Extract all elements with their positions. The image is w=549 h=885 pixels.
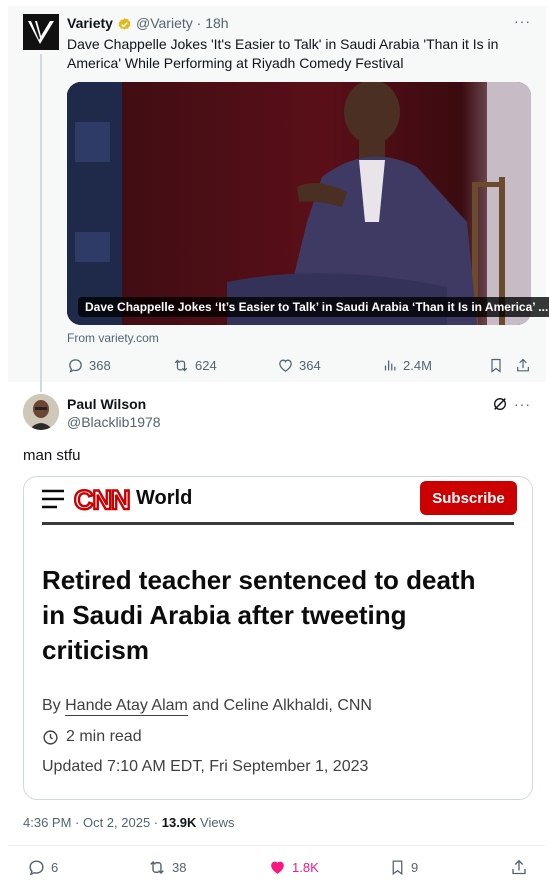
analytics-icon	[384, 360, 396, 371]
like-action[interactable]: 364	[277, 357, 321, 374]
reply-icon	[29, 860, 44, 876]
attached-image[interactable]: CNN World Subscribe Retired teacher sent…	[23, 476, 533, 800]
subscribe-button: Subscribe	[420, 481, 517, 515]
cnn-logo-icon: CNN	[74, 484, 132, 514]
views-count: 13.9K	[161, 815, 197, 830]
cnn-section-label: World	[136, 487, 193, 509]
tweet-timestamp[interactable]: 4:36 PM · Oct 2, 2025 ·	[23, 815, 162, 830]
reply-count: 368	[89, 358, 111, 373]
bookmark-count: 9	[411, 860, 419, 875]
reply-tweet-text: man stfu	[23, 447, 81, 464]
quoted-handle-time[interactable]: @Variety · 18h	[136, 15, 229, 31]
article-byline: By Hande Atay Alam and Celine Alkhaldi, …	[42, 697, 372, 715]
quoted-tweet-text: Dave Chappelle Jokes 'It's Easier to Tal…	[67, 36, 499, 71]
more-options-icon[interactable]: ···	[514, 13, 531, 29]
header-divider	[42, 522, 514, 525]
article-read-time: 2 min read	[42, 728, 142, 746]
more-options-icon[interactable]: ···	[514, 396, 531, 412]
quoted-author-name[interactable]: Variety	[67, 15, 113, 31]
views-label: Views	[196, 815, 235, 830]
variety-logo-icon	[23, 14, 59, 50]
article-card-image[interactable]	[67, 82, 531, 325]
share-icon[interactable]	[510, 858, 528, 877]
heart-icon	[279, 359, 292, 372]
reply-action[interactable]: 368	[67, 357, 111, 374]
bookmark-action[interactable]: 9	[389, 858, 418, 877]
hamburger-menu-icon	[42, 489, 64, 509]
clock-icon	[43, 729, 58, 745]
views-action[interactable]: 2.4M	[383, 357, 432, 374]
like-count: 1.8K	[292, 860, 319, 875]
repost-action[interactable]: 624	[172, 357, 217, 374]
repost-count: 624	[195, 358, 217, 373]
like-count: 364	[299, 358, 321, 373]
divider	[8, 845, 546, 846]
share-icon[interactable]	[515, 357, 531, 374]
reply-icon	[69, 359, 82, 373]
read-time-text: 2 min read	[66, 728, 142, 745]
tweet-timestamp-views[interactable]: 4:36 PM · Oct 2, 2025 · 13.9K Views	[23, 815, 235, 830]
reply-action[interactable]: 6	[27, 858, 58, 877]
verified-gold-badge-icon	[117, 17, 132, 32]
reply-count: 6	[51, 860, 59, 875]
article-updated: Updated 7:10 AM EDT, Fri September 1, 20…	[42, 758, 369, 775]
repost-action[interactable]: 38	[147, 858, 186, 877]
repost-count: 38	[172, 860, 187, 875]
bookmark-icon	[392, 860, 403, 876]
variety-avatar[interactable]	[23, 14, 59, 50]
article-card-caption: Dave Chappelle Jokes ‘It’s Easier to Tal…	[78, 297, 549, 317]
user-avatar-icon	[23, 394, 59, 430]
reply-author-handle[interactable]: @Blacklib1978	[67, 414, 161, 430]
byline-prefix: By	[42, 697, 61, 714]
heart-filled-icon	[271, 861, 284, 874]
byline-author-rest: and Celine Alkhaldi, CNN	[192, 697, 372, 714]
quoted-handle[interactable]: @Variety	[136, 15, 193, 31]
quoted-time[interactable]: · 18h	[197, 15, 229, 31]
avatar[interactable]	[23, 394, 59, 430]
bookmark-icon[interactable]	[488, 357, 504, 374]
repost-icon	[174, 359, 188, 372]
views-count: 2.4M	[403, 358, 432, 373]
repost-icon	[150, 860, 164, 875]
like-action[interactable]: 1.8K	[268, 858, 319, 877]
thread-connector-line	[40, 54, 42, 392]
grok-icon[interactable]	[492, 396, 508, 412]
cnn-logo-lettering: CNN	[74, 485, 130, 514]
reply-author-name[interactable]: Paul Wilson	[67, 396, 146, 412]
article-source-link[interactable]: From variety.com	[67, 331, 159, 345]
byline-author-1: Hande Atay Alam	[65, 697, 188, 714]
article-headline: Retired teacher sentenced to death in Sa…	[42, 565, 476, 665]
